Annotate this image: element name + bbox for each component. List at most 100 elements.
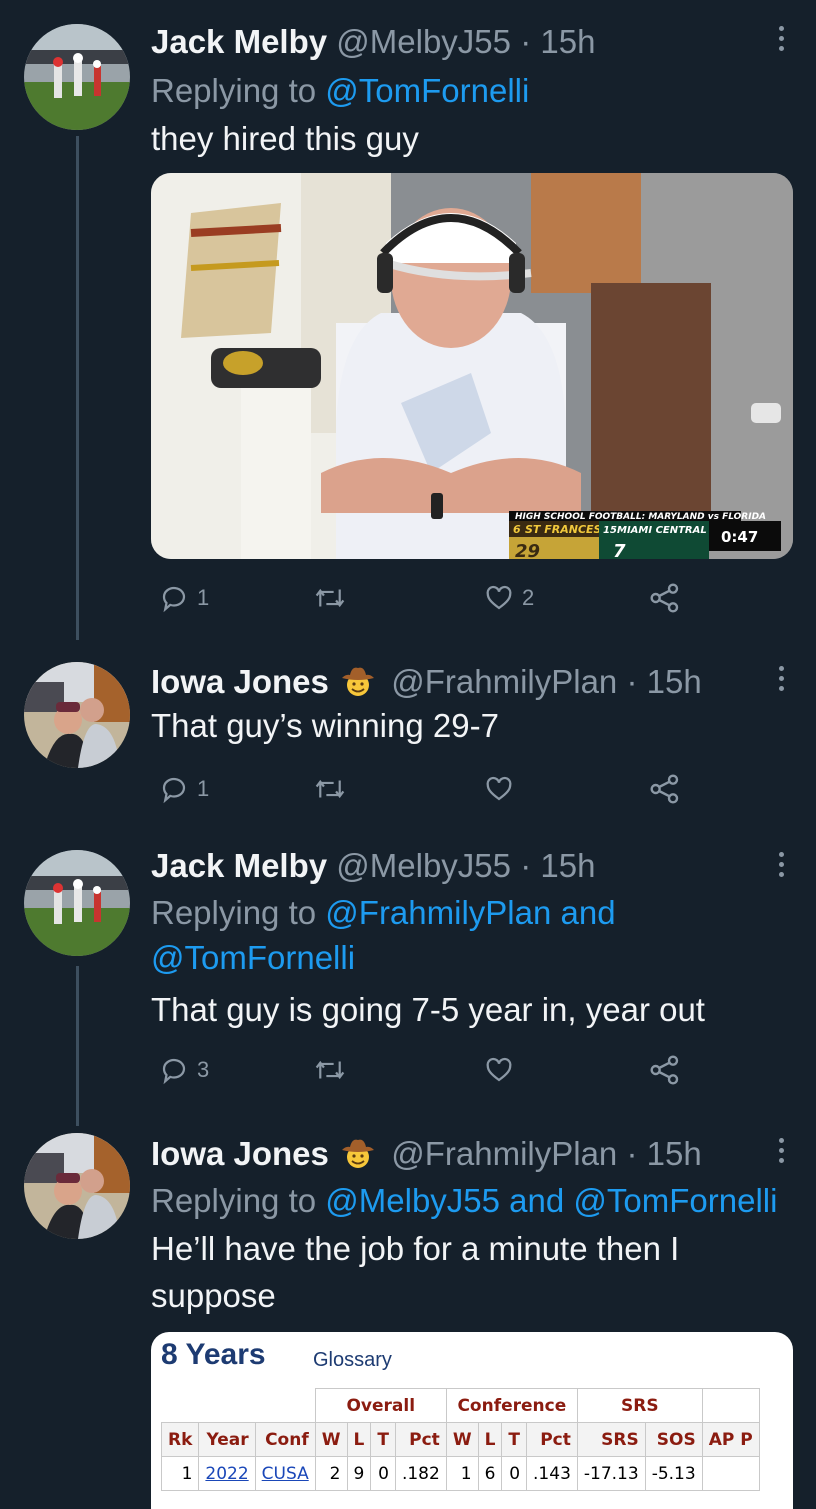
tweet-actions: 1 2 bbox=[151, 578, 711, 618]
stats-title: 8 Years bbox=[161, 1338, 266, 1371]
share-icon bbox=[650, 583, 679, 613]
column-header: Pct bbox=[526, 1422, 578, 1457]
separator-dot: · bbox=[626, 1135, 638, 1172]
separator-dot: · bbox=[520, 847, 532, 884]
share-button[interactable] bbox=[649, 769, 681, 809]
team2-score: 7 bbox=[613, 541, 626, 559]
table-cell: -17.13 bbox=[576, 1456, 646, 1491]
table-cell: CUSA bbox=[254, 1456, 316, 1491]
table-cell: 2022 bbox=[198, 1456, 256, 1491]
team2-name: MIAMI CENTRAL bbox=[617, 525, 707, 536]
share-button[interactable] bbox=[649, 1050, 681, 1090]
tweet[interactable]: Iowa Jones @FrahmilyPlan · 15h That guy’… bbox=[0, 640, 816, 826]
table-row: 1 2022 CUSA 2 9 0 .182 1 6 0 .143 -17.13… bbox=[160, 1456, 760, 1491]
reply-count: 1 bbox=[197, 585, 210, 610]
avatar[interactable] bbox=[24, 24, 130, 130]
mention-link[interactable]: @TomFornelli bbox=[325, 72, 529, 109]
tweet-text-line: suppose bbox=[151, 1277, 276, 1314]
team2-rank: 15 bbox=[603, 525, 617, 536]
mention-link[interactable]: @TomFornelli bbox=[151, 939, 355, 976]
timestamp[interactable]: 15h bbox=[647, 1135, 702, 1172]
separator-dot: · bbox=[626, 663, 638, 700]
tweet[interactable]: Jack Melby @MelbyJ55 · 15h Replying to @… bbox=[0, 0, 816, 640]
more-options-icon[interactable] bbox=[776, 852, 786, 882]
group-conference: Conference bbox=[445, 1388, 578, 1423]
heart-icon bbox=[486, 776, 512, 801]
avatar[interactable] bbox=[24, 1133, 130, 1239]
tweet-text: That guy’s winning 29-7 bbox=[151, 707, 499, 744]
game-clock: 0:47 bbox=[721, 528, 758, 546]
like-button[interactable]: 2 bbox=[484, 578, 534, 618]
user-handle[interactable]: @MelbyJ55 bbox=[336, 847, 511, 884]
team1-name: ST FRANCES bbox=[525, 523, 602, 536]
replying-to: Replying to @TomFornelli bbox=[151, 68, 792, 113]
year-link: 2022 bbox=[205, 1463, 249, 1484]
replying-to-label: Replying to bbox=[151, 1182, 317, 1219]
tweet-text: they hired this guy bbox=[151, 120, 419, 157]
table-cell: 0 bbox=[370, 1456, 396, 1491]
like-button[interactable] bbox=[484, 1050, 522, 1090]
glossary-link: Glossary bbox=[313, 1349, 392, 1371]
table-cell: -5.13 bbox=[644, 1456, 703, 1491]
reply-button[interactable]: 1 bbox=[159, 769, 209, 809]
table-cell: 0 bbox=[501, 1456, 528, 1491]
retweet-icon bbox=[315, 779, 345, 799]
retweet-button[interactable] bbox=[313, 578, 355, 618]
more-options-icon[interactable] bbox=[776, 1138, 786, 1168]
column-header: T bbox=[370, 1422, 396, 1457]
display-name[interactable]: Jack Melby bbox=[151, 23, 327, 60]
column-header: Pct bbox=[394, 1422, 447, 1457]
reply-button[interactable]: 1 bbox=[159, 578, 209, 618]
like-button[interactable] bbox=[484, 769, 522, 809]
team1-rank: 6 bbox=[513, 523, 521, 536]
avatar[interactable] bbox=[24, 662, 130, 768]
table-header-row: Rk Year Conf W L T Pct W L T Pct SRS SOS… bbox=[160, 1422, 760, 1457]
reply-icon bbox=[162, 586, 186, 613]
heart-icon bbox=[486, 585, 512, 610]
share-icon bbox=[650, 1055, 679, 1085]
timestamp[interactable]: 15h bbox=[540, 847, 595, 884]
more-options-icon[interactable] bbox=[776, 666, 786, 696]
overlay-title: HIGH SCHOOL FOOTBALL: MARYLAND vs FLORID… bbox=[515, 512, 766, 522]
reply-icon bbox=[162, 777, 186, 804]
avatar[interactable] bbox=[24, 850, 130, 956]
reply-count: 1 bbox=[197, 776, 210, 801]
more-options-icon[interactable] bbox=[776, 26, 786, 56]
table-cell: .143 bbox=[526, 1456, 578, 1491]
reply-button[interactable]: 3 bbox=[159, 1050, 209, 1090]
display-name[interactable]: Jack Melby bbox=[151, 847, 327, 884]
mention-link[interactable]: @FrahmilyPlan and bbox=[325, 894, 615, 931]
reply-count: 3 bbox=[197, 1057, 210, 1082]
column-header: Year bbox=[198, 1422, 256, 1457]
retweet-button[interactable] bbox=[313, 769, 355, 809]
cowboy-emoji-icon bbox=[342, 667, 375, 696]
heart-icon bbox=[486, 1057, 512, 1082]
tweet-header: Iowa Jones @FrahmilyPlan · 15h bbox=[151, 1134, 792, 1174]
tweet-header: Jack Melby @MelbyJ55 · 15h bbox=[151, 22, 792, 62]
column-header: SRS bbox=[576, 1422, 646, 1457]
user-handle[interactable]: @FrahmilyPlan bbox=[391, 1135, 617, 1172]
column-header: Rk bbox=[160, 1422, 200, 1457]
mention-link[interactable]: @MelbyJ55 and @TomFornelli bbox=[325, 1182, 777, 1219]
group-overall: Overall bbox=[314, 1388, 447, 1423]
tweet[interactable]: Jack Melby @MelbyJ55 · 15h Replying to @… bbox=[0, 826, 816, 1116]
tweet-actions: 3 bbox=[151, 1050, 711, 1090]
column-header: W bbox=[314, 1422, 348, 1457]
display-name[interactable]: Iowa Jones bbox=[151, 663, 329, 700]
timestamp[interactable]: 15h bbox=[540, 23, 595, 60]
tweet-image[interactable]: HIGH SCHOOL FOOTBALL: MARYLAND vs FLORID… bbox=[151, 173, 793, 559]
timestamp[interactable]: 15h bbox=[647, 663, 702, 700]
user-handle[interactable]: @FrahmilyPlan bbox=[391, 663, 617, 700]
conf-link: CUSA bbox=[261, 1463, 309, 1484]
column-header: Conf bbox=[254, 1422, 316, 1457]
retweet-button[interactable] bbox=[313, 1050, 355, 1090]
share-button[interactable] bbox=[649, 578, 681, 618]
retweet-icon bbox=[315, 588, 345, 608]
replying-to-label: Replying to bbox=[151, 894, 317, 931]
column-header: L bbox=[346, 1422, 372, 1457]
table-cell: 1 bbox=[160, 1456, 200, 1491]
display-name[interactable]: Iowa Jones bbox=[151, 1135, 329, 1172]
user-handle[interactable]: @MelbyJ55 bbox=[336, 23, 511, 60]
replying-to: Replying to @MelbyJ55 and @TomFornelli bbox=[151, 1178, 792, 1223]
tweet-image[interactable]: 8 Years Glossary Overall Conference SRS … bbox=[151, 1332, 793, 1509]
